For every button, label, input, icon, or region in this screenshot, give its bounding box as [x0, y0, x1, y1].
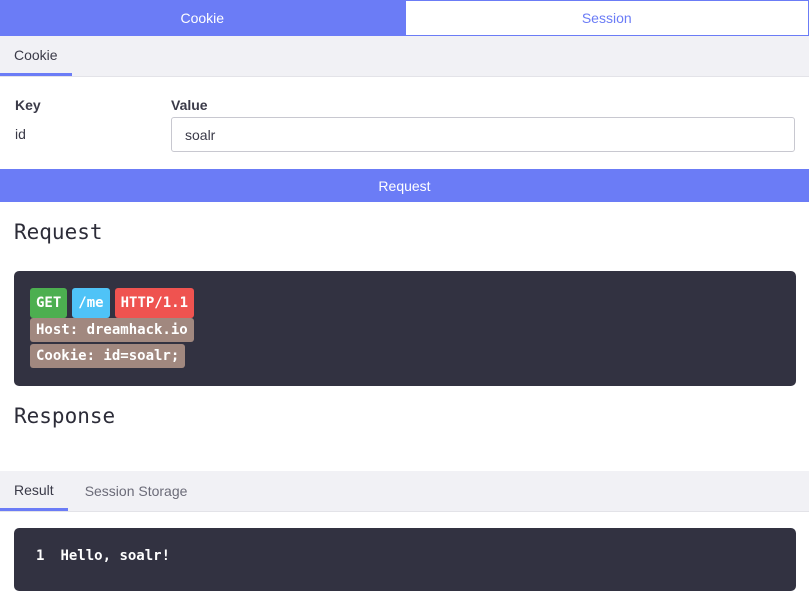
result-line: 1 Hello, soalr! — [36, 548, 170, 564]
sub-tab-cookie[interactable]: Cookie — [0, 36, 72, 76]
path-token: /me — [72, 288, 110, 318]
host-header: Host: dreamhack.io — [30, 318, 194, 342]
tab-session[interactable]: Session — [404, 0, 809, 36]
cookie-sub-tabs: Cookie — [0, 36, 809, 77]
tab-session-storage[interactable]: Session Storage — [68, 471, 202, 511]
key-header: Key — [15, 97, 41, 113]
cookie-editor: Key Value id — [0, 77, 809, 169]
result-text: Hello, soalr! — [60, 548, 171, 564]
header-line: Cookie: id=soalr; — [30, 344, 186, 368]
request-line: GET /me HTTP/1.1 — [30, 288, 195, 318]
response-title: Response — [14, 404, 116, 428]
header-line: Host: dreamhack.io — [30, 318, 194, 342]
cookie-header: Cookie: id=soalr; — [30, 344, 186, 368]
cookie-key: id — [15, 126, 26, 142]
top-tabs: Cookie Session — [0, 0, 809, 36]
tab-cookie[interactable]: Cookie — [0, 0, 405, 36]
protocol-token: HTTP/1.1 — [114, 288, 195, 318]
request-button[interactable]: Request — [0, 169, 809, 202]
tab-result[interactable]: Result — [0, 471, 68, 511]
result-code-block: 1 Hello, soalr! — [14, 528, 796, 591]
request-title: Request — [14, 220, 103, 244]
cookie-value-input[interactable] — [171, 117, 795, 152]
request-code-block: GET /me HTTP/1.1 Host: dreamhack.io Cook… — [14, 271, 796, 386]
method-token: GET — [30, 288, 68, 318]
result-tabs: Result Session Storage — [0, 471, 809, 512]
value-header: Value — [171, 97, 208, 113]
line-number: 1 — [36, 548, 45, 564]
